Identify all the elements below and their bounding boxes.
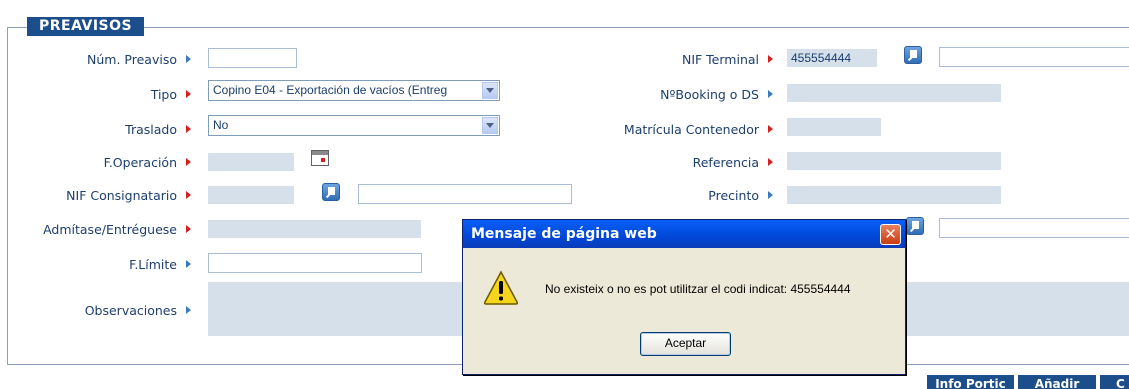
consignatario-name-input[interactable] [358, 184, 572, 204]
f-operacion-label: F.Operación [103, 155, 177, 170]
nif-terminal-field: 455554444 [787, 49, 877, 67]
required-arrow-icon [186, 90, 191, 98]
required-arrow-icon [186, 125, 191, 133]
lookup-consignatario-icon[interactable] [322, 183, 340, 201]
close-icon[interactable]: ✕ [880, 224, 901, 245]
booking-field [787, 84, 1001, 102]
matricula-label: Matrícula Contenedor [623, 122, 759, 137]
num-preaviso-input[interactable] [208, 48, 297, 68]
optional-arrow-icon [768, 191, 773, 199]
dialog-message: No existeix o no es pot utilitzar el cod… [545, 282, 851, 296]
optional-arrow-icon [768, 90, 773, 98]
warning-icon [483, 270, 519, 305]
calendar-icon[interactable] [311, 150, 329, 166]
lookup-terminal-icon[interactable] [904, 46, 922, 64]
dialog-titlebar[interactable]: Mensaje de página web ✕ [463, 220, 905, 248]
referencia-label: Referencia [692, 155, 759, 170]
referencia-field [787, 152, 1001, 170]
add-button[interactable]: Añadir [1018, 375, 1096, 389]
traslado-label: Traslado [125, 122, 177, 137]
terminal-name-input[interactable] [939, 47, 1129, 67]
tipo-select[interactable]: Copino E04 - Exportación de vacíos (Entr… [208, 80, 500, 101]
precinto-field [787, 186, 1001, 204]
required-arrow-icon [186, 191, 191, 199]
num-preaviso-label: Núm. Preaviso [87, 52, 177, 67]
traslado-select[interactable]: No [208, 115, 500, 136]
accept-button[interactable]: Aceptar [640, 332, 731, 356]
f-limite-input[interactable] [208, 253, 422, 273]
required-arrow-icon [768, 125, 773, 133]
chevron-down-icon[interactable] [482, 82, 498, 99]
required-arrow-icon [768, 158, 773, 166]
f-limite-label: F.Límite [129, 257, 177, 272]
tipo-label: Tipo [150, 87, 177, 102]
required-arrow-icon [186, 225, 191, 233]
info-portic-button[interactable]: Info Portic [927, 375, 1014, 389]
observaciones-label: Observaciones [84, 303, 177, 318]
third-button[interactable]: C [1100, 375, 1129, 389]
nif-consignatario-field [208, 186, 294, 204]
matricula-field [787, 118, 881, 136]
nif-terminal-label: NIF Terminal [681, 52, 759, 67]
optional-arrow-icon [186, 306, 191, 314]
f-operacion-field [208, 153, 294, 171]
booking-label: NºBooking o DS [660, 87, 759, 102]
precinto-label: Precinto [708, 188, 759, 203]
traslado-selected-value: No [213, 118, 229, 132]
optional-arrow-icon [186, 55, 191, 63]
nif-consignatario-label: NIF Consignatario [66, 188, 177, 203]
admitase-label: Admítase/Entréguese [43, 222, 177, 237]
extra-name-input[interactable] [939, 218, 1129, 238]
message-dialog: Mensaje de página web ✕ No existeix o no… [462, 219, 906, 375]
required-arrow-icon [768, 55, 773, 63]
tipo-selected-value: Copino E04 - Exportación de vacíos (Entr… [213, 83, 448, 97]
lookup-extra-icon[interactable] [906, 217, 924, 235]
section-legend: PREAVISOS [27, 17, 145, 36]
dialog-title: Mensaje de página web [471, 226, 657, 242]
chevron-down-icon[interactable] [482, 117, 498, 134]
optional-arrow-icon [186, 260, 191, 268]
admitase-field [208, 220, 421, 238]
required-arrow-icon [186, 158, 191, 166]
